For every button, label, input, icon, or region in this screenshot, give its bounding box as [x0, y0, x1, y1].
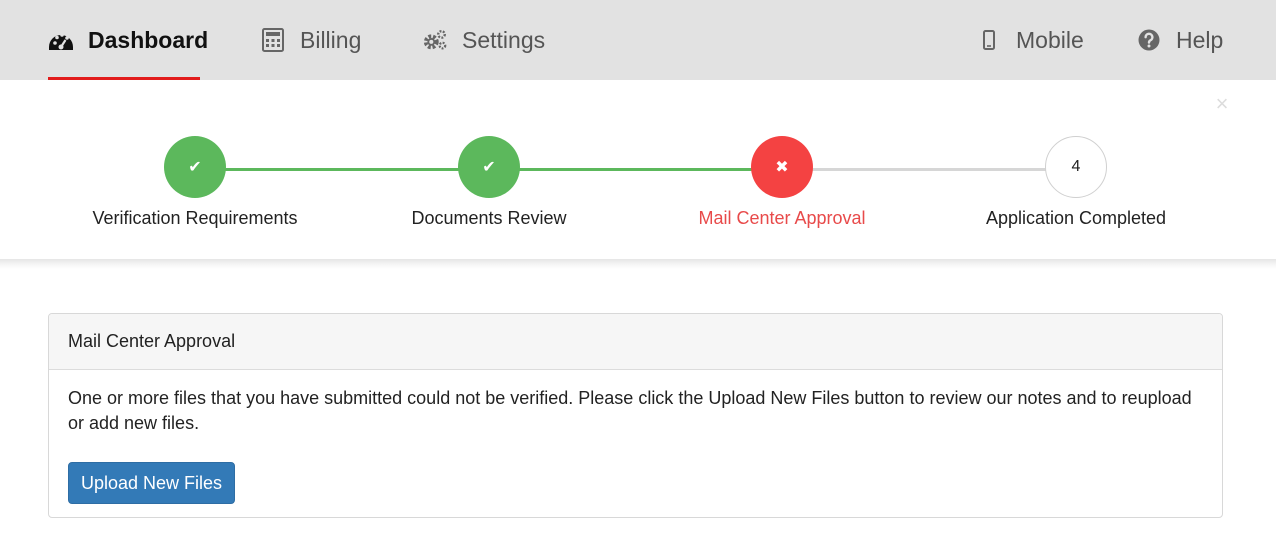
step-number[interactable]: 4	[1045, 136, 1107, 198]
step-application-completed: 4 Application Completed	[926, 80, 1226, 262]
panel-title: Mail Center Approval	[49, 314, 1222, 370]
nav-help-label: Help	[1176, 26, 1224, 53]
calculator-icon	[260, 27, 286, 53]
panel-message: One or more files that you have submitte…	[68, 388, 1192, 433]
mobile-phone-icon	[976, 27, 1002, 53]
nav-billing[interactable]: Billing	[260, 0, 361, 80]
step-label: Verification Requirements	[92, 208, 298, 228]
progress-stepper: ✔ Verification Requirements ✔ Documents …	[0, 80, 1276, 262]
step-label: Documents Review	[411, 208, 567, 228]
section-divider	[0, 259, 1276, 269]
nav-help[interactable]: Help	[1136, 0, 1223, 80]
mail-center-approval-panel: Mail Center Approval One or more files t…	[48, 313, 1223, 518]
step-documents-review: ✔ Documents Review	[339, 80, 639, 262]
nav-settings[interactable]: Settings	[422, 0, 545, 80]
nav-dashboard-label: Dashboard	[88, 26, 209, 53]
check-icon[interactable]: ✔	[458, 136, 520, 198]
x-icon[interactable]: ✖	[751, 136, 813, 198]
nav-dashboard[interactable]: Dashboard	[48, 0, 208, 80]
step-mail-center-approval: ✖ Mail Center Approval	[632, 80, 932, 262]
nav-mobile-label: Mobile	[1016, 26, 1084, 53]
dashboard-gauge-icon	[48, 27, 74, 53]
step-label: Mail Center Approval	[698, 208, 866, 228]
upload-new-files-button[interactable]: Upload New Files	[68, 462, 235, 504]
nav-mobile[interactable]: Mobile	[976, 0, 1084, 80]
question-circle-icon	[1136, 27, 1162, 53]
check-icon[interactable]: ✔	[164, 136, 226, 198]
panel-body: One or more files that you have submitte…	[49, 370, 1222, 520]
nav-settings-label: Settings	[462, 26, 546, 53]
gears-icon	[422, 27, 448, 53]
step-label: Application Completed	[985, 208, 1167, 228]
top-navigation: Dashboard Billing Settings Mobile Help	[0, 0, 1276, 80]
nav-billing-label: Billing	[300, 26, 362, 53]
step-verification-requirements: ✔ Verification Requirements	[45, 80, 345, 262]
